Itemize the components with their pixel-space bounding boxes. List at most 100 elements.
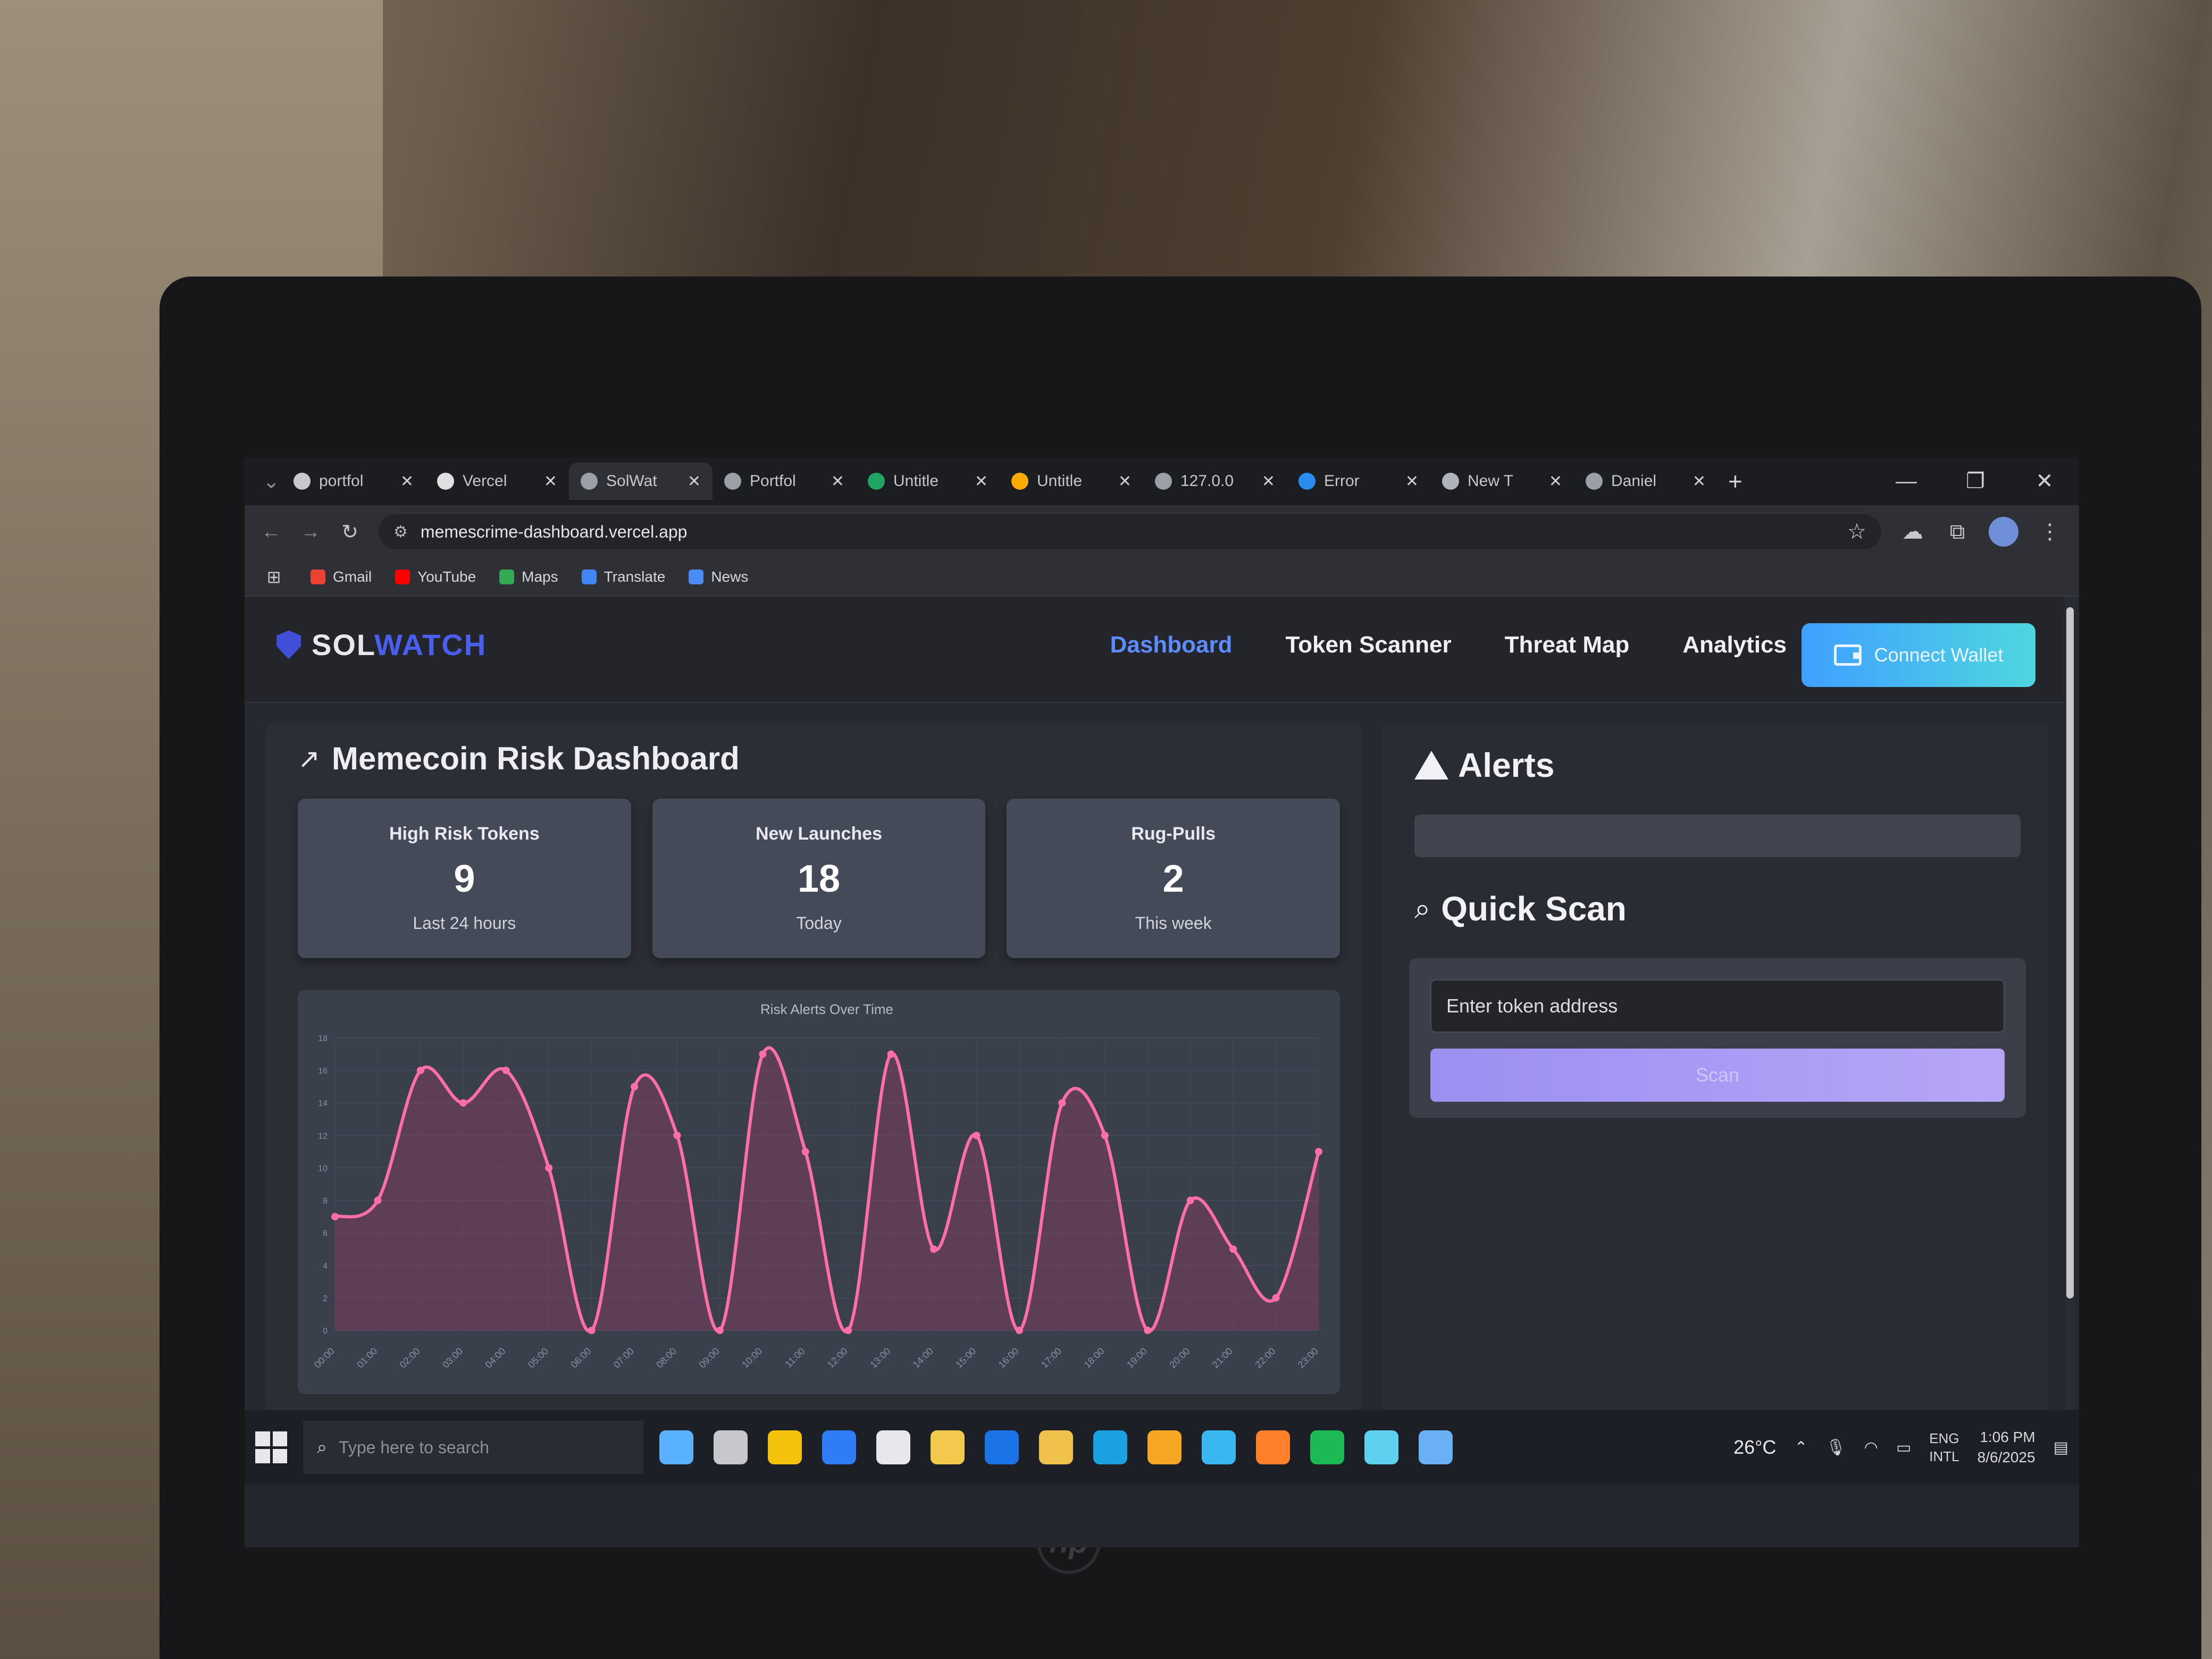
data-point bbox=[459, 1099, 467, 1107]
notifications-icon[interactable]: ▤ bbox=[2054, 1438, 2068, 1457]
taskbar-search[interactable]: ⌕ Type here to search bbox=[303, 1421, 643, 1474]
data-point bbox=[502, 1067, 510, 1075]
language-indicator[interactable]: ENG INTL bbox=[1929, 1429, 1959, 1465]
tab-close-icon[interactable]: ✕ bbox=[975, 472, 988, 491]
bookmark-item[interactable]: Gmail bbox=[311, 568, 372, 585]
browser-tab[interactable]: SolWat ✕ bbox=[569, 463, 713, 500]
taskbar-app-icon[interactable] bbox=[1147, 1430, 1182, 1464]
taskbar-app-icon[interactable] bbox=[1364, 1430, 1398, 1464]
tab-close-icon[interactable]: ✕ bbox=[1262, 472, 1275, 491]
taskbar-app-icon[interactable] bbox=[876, 1430, 910, 1464]
taskbar-app-icon[interactable] bbox=[659, 1430, 693, 1464]
taskbar-app-icon[interactable] bbox=[985, 1430, 1019, 1464]
risk-alerts-chart: Risk Alerts Over Time 0 2 4 6 8 10 12 14 16 18 00:0… bbox=[298, 990, 1340, 1394]
data-point bbox=[1015, 1327, 1023, 1334]
taskbar-app-icon[interactable] bbox=[822, 1430, 856, 1464]
nav-link[interactable]: Dashboard bbox=[1110, 632, 1233, 658]
tab-close-icon[interactable]: ✕ bbox=[544, 472, 557, 491]
brand-logo[interactable]: SOLWATCH bbox=[276, 627, 487, 662]
clock[interactable]: 1:06 PM 8/6/2025 bbox=[1978, 1427, 2035, 1468]
new-tab-button[interactable]: + bbox=[1728, 467, 1742, 496]
tab-close-icon[interactable]: ✕ bbox=[1405, 472, 1419, 491]
taskbar-app-icon[interactable] bbox=[768, 1430, 802, 1464]
browser-tab[interactable]: Daniel ✕ bbox=[1574, 463, 1717, 500]
tab-search-icon[interactable]: ⌄ bbox=[261, 470, 282, 493]
connect-wallet-label: Connect Wallet bbox=[1874, 644, 2004, 666]
menu-dots-icon[interactable]: ⋮ bbox=[2037, 520, 2063, 544]
page-scrollbar[interactable] bbox=[2065, 597, 2075, 1410]
taskbar-app-icon[interactable] bbox=[1039, 1430, 1073, 1464]
quick-scan-title: Quick Scan bbox=[1441, 890, 1627, 928]
stat-label: New Launches bbox=[755, 824, 883, 844]
tray-chevron-icon[interactable]: ⌃ bbox=[1795, 1438, 1808, 1457]
taskbar-app-icon[interactable] bbox=[1202, 1430, 1236, 1464]
address-bar[interactable]: ⚙ memescrime-dashboard.vercel.app ☆ bbox=[379, 514, 1881, 549]
x-tick-label: 05:00 bbox=[526, 1346, 550, 1370]
browser-tabstrip: ⌄ portfol ✕ Vercel ✕ SolWat ✕ Portfol ✕ Untitle ✕… bbox=[245, 457, 2079, 505]
extension-cloud-icon[interactable]: ☁ bbox=[1899, 520, 1926, 544]
tab-close-icon[interactable]: ✕ bbox=[1118, 472, 1132, 491]
token-address-input[interactable] bbox=[1430, 979, 2005, 1033]
x-tick-label: 11:00 bbox=[783, 1346, 807, 1370]
bookmark-icon bbox=[689, 569, 704, 584]
bookmark-item[interactable]: Translate bbox=[581, 568, 665, 585]
microphone-icon[interactable]: 🎙 bbox=[1826, 1438, 1846, 1457]
taskbar-apps bbox=[659, 1430, 1453, 1464]
tab-close-icon[interactable]: ✕ bbox=[1549, 472, 1562, 491]
stat-sub: Today bbox=[796, 914, 842, 933]
taskbar-app-icon[interactable] bbox=[714, 1430, 748, 1464]
y-tick-label: 12 bbox=[318, 1132, 328, 1141]
nav-link[interactable]: Analytics bbox=[1682, 632, 1787, 658]
minimize-button[interactable]: — bbox=[1872, 457, 1941, 505]
x-tick-label: 19:00 bbox=[1125, 1346, 1149, 1370]
site-info-icon[interactable]: ⚙ bbox=[393, 523, 408, 541]
colab-icon bbox=[1011, 473, 1028, 490]
browser-tab[interactable]: Untitle ✕ bbox=[1000, 463, 1143, 500]
browser-tab[interactable]: Vercel ✕ bbox=[425, 463, 569, 500]
bookmark-star-icon[interactable]: ☆ bbox=[1847, 520, 1866, 544]
taskbar-app-icon[interactable] bbox=[1093, 1430, 1127, 1464]
clock-time: 1:06 PM bbox=[1980, 1429, 2035, 1445]
tab-close-icon[interactable]: ✕ bbox=[831, 472, 844, 491]
windows-start-icon[interactable] bbox=[255, 1431, 287, 1463]
browser-tab[interactable]: Portfol ✕ bbox=[713, 463, 856, 500]
nav-link[interactable]: Threat Map bbox=[1505, 632, 1630, 658]
tab-close-icon[interactable]: ✕ bbox=[400, 472, 414, 491]
scroll-thumb[interactable] bbox=[2066, 607, 2074, 1298]
data-point bbox=[631, 1083, 639, 1091]
nav-link[interactable]: Token Scanner bbox=[1285, 632, 1451, 658]
bookmark-item[interactable]: YouTube bbox=[395, 568, 476, 585]
y-tick-label: 6 bbox=[323, 1229, 328, 1238]
data-point bbox=[588, 1327, 596, 1334]
browser-tab[interactable]: portfol ✕ bbox=[282, 463, 425, 500]
taskbar-app-icon[interactable] bbox=[1419, 1430, 1453, 1464]
data-point bbox=[759, 1050, 767, 1058]
battery-icon[interactable]: ▭ bbox=[1896, 1438, 1911, 1457]
forward-button[interactable]: → bbox=[300, 521, 321, 543]
connect-wallet-button[interactable]: Connect Wallet bbox=[1802, 623, 2035, 687]
tab-close-icon[interactable]: ✕ bbox=[688, 472, 701, 491]
back-button[interactable]: ← bbox=[261, 521, 282, 543]
browser-tab[interactable]: Error ✕ bbox=[1287, 463, 1430, 500]
tab-close-icon[interactable]: ✕ bbox=[1692, 472, 1706, 491]
apps-grid-icon[interactable]: ⊞ bbox=[261, 567, 287, 587]
wallet-icon bbox=[1833, 644, 1862, 666]
weather-temperature[interactable]: 26°C bbox=[1733, 1436, 1776, 1459]
extensions-puzzle-icon[interactable]: ⧉ bbox=[1944, 520, 1971, 544]
close-window-button[interactable]: ✕ bbox=[2010, 457, 2079, 505]
scan-button[interactable]: Scan bbox=[1430, 1049, 2005, 1102]
taskbar-app-icon[interactable] bbox=[931, 1430, 965, 1464]
reload-button[interactable]: ↻ bbox=[339, 520, 361, 544]
taskbar-app-icon[interactable] bbox=[1310, 1430, 1344, 1464]
browser-tab[interactable]: Untitle ✕ bbox=[856, 463, 1000, 500]
side-panel: Alerts ⌕ Quick Scan Scan bbox=[1382, 724, 2047, 1410]
bookmark-item[interactable]: Maps bbox=[499, 568, 558, 585]
profile-avatar[interactable] bbox=[1989, 517, 2018, 547]
browser-tab[interactable]: 127.0.0 ✕ bbox=[1143, 463, 1287, 500]
taskbar-app-icon[interactable] bbox=[1256, 1430, 1290, 1464]
restore-button[interactable]: ❐ bbox=[1941, 457, 2010, 505]
bookmark-item[interactable]: News bbox=[689, 568, 748, 585]
wifi-icon[interactable]: ◠ bbox=[1864, 1438, 1878, 1457]
app-navbar: SOLWATCH Dashboard Token Scanner Threat Ma… bbox=[245, 597, 2063, 703]
browser-tab[interactable]: New T ✕ bbox=[1430, 463, 1574, 500]
